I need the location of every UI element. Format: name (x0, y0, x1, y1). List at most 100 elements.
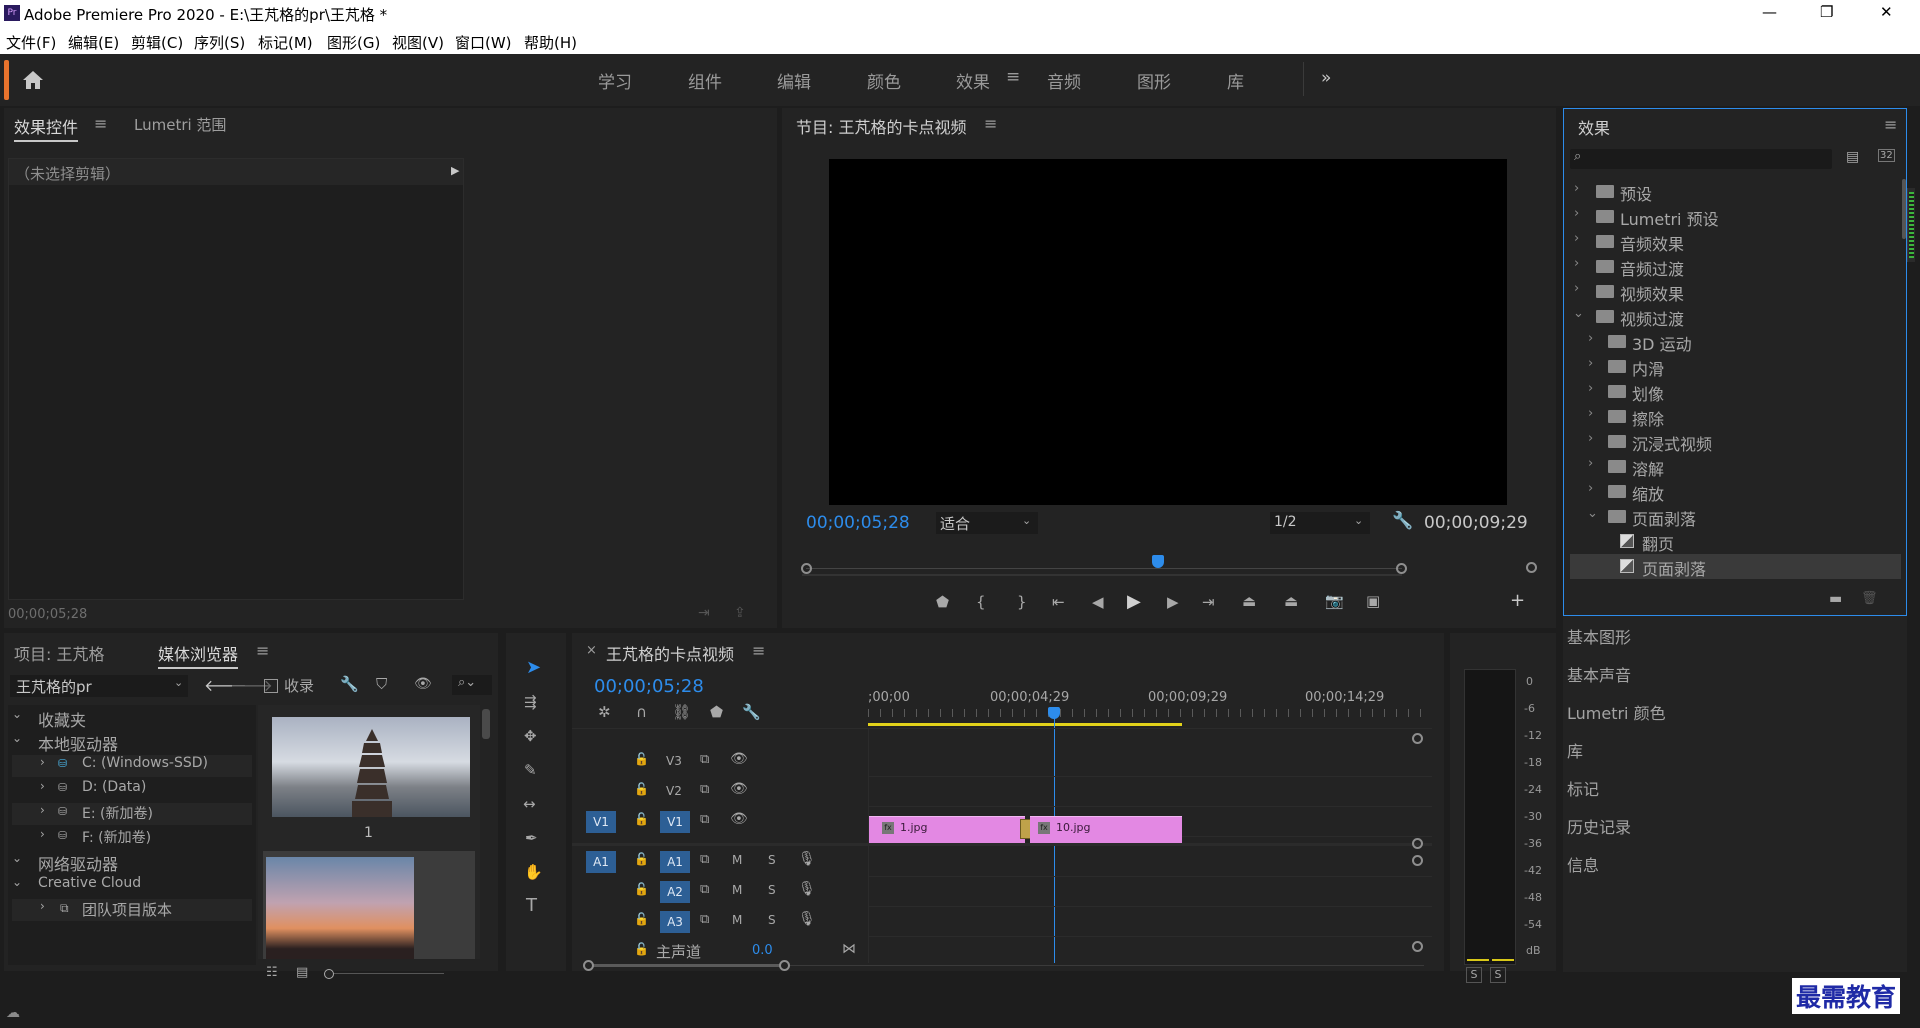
track-area-v2[interactable] (868, 777, 1432, 807)
media-browser-menu-icon[interactable]: ≡ (256, 641, 269, 660)
source-patch-a1[interactable]: A1 (586, 851, 616, 873)
razor-tool-icon[interactable]: ✎ (524, 761, 537, 779)
tree-team-projects[interactable]: › ⧉ 团队项目版本 (12, 899, 252, 921)
tree-item-slide[interactable]: › 内滑 (1570, 354, 1901, 379)
menu-sequence[interactable]: 序列(S) (194, 32, 245, 53)
mark-out-icon[interactable]: } (1017, 593, 1027, 611)
lock-icon[interactable]: 🔓 (634, 912, 649, 926)
timeline-vscroll-bottom[interactable] (1412, 941, 1423, 952)
play-only-triangle-icon[interactable]: ▶ (451, 164, 459, 177)
microphone-icon[interactable]: 🎙 (798, 881, 816, 897)
solo-button[interactable]: S (768, 913, 776, 927)
ripple-edit-tool-icon[interactable]: ✥ (524, 727, 537, 745)
mute-button[interactable]: M (732, 883, 742, 897)
hand-tool-icon[interactable]: ✋ (524, 863, 543, 881)
new-bin-icon[interactable]: ▬ (1829, 591, 1842, 607)
tree-favorites[interactable]: ⌄ 收藏夹 (12, 707, 252, 730)
tree-drive-d[interactable]: › ⛁ D: (Data) (12, 779, 252, 801)
workspace-editing[interactable]: 编辑 (777, 68, 811, 93)
path-dropdown[interactable]: 王芃格的pr ⌄ (10, 675, 188, 697)
timeline-close-icon[interactable]: × (586, 643, 597, 658)
menu-graphics[interactable]: 图形(G) (327, 32, 380, 53)
workspace-more-icon[interactable]: » (1321, 68, 1331, 88)
lift-icon[interactable]: ⏏ (1242, 592, 1256, 610)
timeline-hscroll[interactable] (583, 960, 1424, 971)
tab-effect-controls[interactable]: 效果控件 (14, 114, 79, 142)
filter-icon[interactable]: ⛉ (376, 675, 387, 693)
comparison-view-icon[interactable]: ▣ (1366, 592, 1380, 610)
tree-item-presets[interactable]: › 预设 (1570, 179, 1901, 204)
tree-item-video-effects[interactable]: › 视频效果 (1570, 279, 1901, 304)
track-area-a2[interactable] (868, 877, 1432, 907)
scrubber-playhead[interactable] (1152, 555, 1164, 568)
export-icon[interactable]: ⇪ (734, 605, 746, 621)
menu-edit[interactable]: 编辑(E) (68, 32, 119, 53)
timeline-tab[interactable]: 王芃格的卡点视频 (606, 641, 734, 665)
lock-icon[interactable]: 🔓 (634, 752, 649, 766)
track-area-a3[interactable] (868, 907, 1432, 937)
pen-tool-icon[interactable]: ✒ (525, 829, 538, 847)
menu-help[interactable]: 帮助(H) (524, 32, 577, 53)
creative-cloud-icon[interactable]: ☁ (6, 1005, 20, 1021)
mute-button[interactable]: M (732, 853, 742, 867)
track-select-tool-icon[interactable]: ⇶ (524, 693, 537, 711)
search-dropdown[interactable]: ⌕⌄ (452, 675, 492, 695)
mark-in-icon[interactable]: { (976, 593, 986, 611)
thumbnail-sunset[interactable] (263, 851, 475, 959)
tab-media-browser[interactable]: 媒体浏览器 (158, 641, 239, 669)
effects-search-input[interactable]: ⌕ (1570, 149, 1832, 169)
go-to-in-icon[interactable]: ⇤ (1052, 593, 1065, 611)
hscroll-thumb[interactable] (588, 964, 784, 967)
tree-item-zoom[interactable]: › 缩放 (1570, 479, 1901, 504)
filter-icon[interactable]: ⇥ (698, 605, 710, 621)
step-forward-icon[interactable]: ▶ (1167, 593, 1179, 611)
panel-essential-sound[interactable]: 基本声音 (1567, 662, 1631, 686)
list-view-icon[interactable]: ☷ (266, 965, 278, 980)
workspace-scroll-handle[interactable] (4, 60, 9, 100)
workspace-graphics[interactable]: 图形 (1137, 68, 1171, 93)
master-volume-value[interactable]: 0.0 (752, 943, 773, 958)
ingest-checkbox[interactable] (264, 679, 278, 693)
effect-controls-menu-icon[interactable]: ≡ (94, 114, 107, 133)
panel-libraries[interactable]: 库 (1567, 738, 1583, 762)
view-icon[interactable]: 👁 (414, 676, 432, 692)
workspace-libraries[interactable]: 库 (1227, 68, 1244, 93)
go-to-out-icon[interactable]: ⇥ (1202, 593, 1215, 611)
maximize-button[interactable]: ❐ (1820, 3, 1833, 21)
timeline-vscroll-top[interactable] (1412, 733, 1423, 744)
panel-essential-graphics[interactable]: 基本图形 (1567, 624, 1631, 648)
mute-button[interactable]: M (732, 913, 742, 927)
tree-item-iris[interactable]: › 划像 (1570, 379, 1901, 404)
play-icon[interactable]: ▶ (1127, 591, 1141, 612)
tree-network-drives[interactable]: ⌄ 网络驱动器 (12, 851, 252, 874)
extract-icon[interactable]: ⏏ (1284, 592, 1298, 610)
menu-window[interactable]: 窗口(W) (455, 32, 512, 53)
tree-item-page-peel[interactable]: ⌄ 页面剥落 (1570, 504, 1901, 529)
sync-lock-icon[interactable]: ⧉ (700, 752, 709, 767)
menu-view[interactable]: 视图(V) (392, 32, 444, 53)
track-target-a2[interactable]: A2 (660, 881, 690, 903)
solo-button[interactable]: S (768, 883, 776, 897)
thumbnail-pagoda[interactable] (272, 717, 470, 817)
eye-icon[interactable]: 👁 (730, 811, 748, 827)
panel-lumetri-color[interactable]: Lumetri 颜色 (1567, 700, 1666, 724)
track-v3-label[interactable]: V3 (666, 754, 682, 768)
timeline-menu-icon[interactable]: ≡ (752, 641, 765, 660)
tree-item-audio-transitions[interactable]: › 音频过渡 (1570, 254, 1901, 279)
sync-lock-icon[interactable]: ⧉ (700, 882, 709, 897)
add-button-icon[interactable]: + (1510, 590, 1525, 611)
slip-tool-icon[interactable]: ↔ (523, 795, 536, 813)
accelerated-effects-icon[interactable]: ▤ (1846, 149, 1859, 165)
tree-item-page-turn[interactable]: 翻页 (1570, 529, 1901, 554)
tree-drive-f[interactable]: › ⛁ F: (新加卷) (12, 827, 252, 849)
lock-icon[interactable]: 🔓 (634, 782, 649, 796)
microphone-icon[interactable]: 🎙 (798, 911, 816, 927)
selection-tool-icon[interactable]: ➤ (526, 657, 541, 678)
tree-item-page-peel-selected[interactable]: 页面剥落 (1570, 554, 1901, 579)
zoom-slider-thumb[interactable] (324, 969, 334, 979)
eye-icon[interactable]: 👁 (730, 781, 748, 797)
track-target-a3[interactable]: A3 (660, 911, 690, 933)
meter-solo-right[interactable]: S (1490, 967, 1506, 983)
tree-item-3d-motion[interactable]: › 3D 运动 (1570, 329, 1901, 354)
track-target-v1[interactable]: V1 (660, 811, 690, 833)
